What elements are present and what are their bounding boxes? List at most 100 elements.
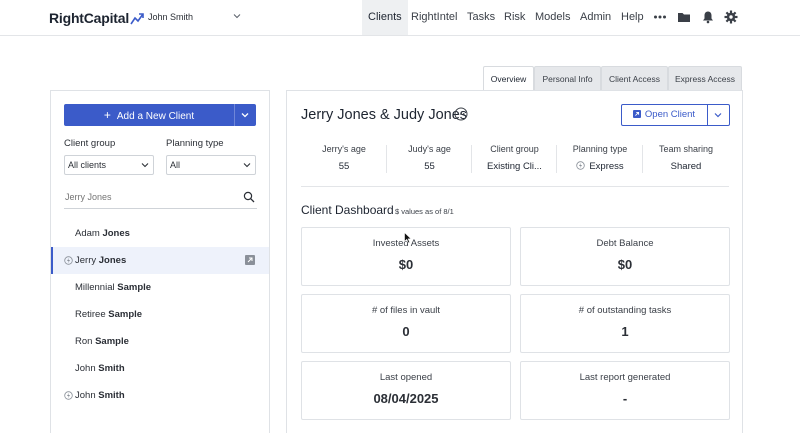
client-first-name: Millennial [75, 282, 115, 293]
logo-text: RightCapital [49, 10, 130, 26]
client-first-name: John [75, 363, 96, 374]
search-icon[interactable] [243, 191, 255, 203]
planning-type-select[interactable]: All [166, 155, 256, 175]
client-last-name: Smith [98, 390, 125, 401]
client-list-item[interactable]: John Smith [51, 355, 269, 382]
client-last-name: Sample [117, 282, 152, 293]
info-planning-type: Planning type Express [557, 141, 643, 175]
card-value: - [622, 391, 628, 406]
chevron-down-icon [141, 163, 149, 168]
card-value: 08/04/2025 [373, 391, 439, 406]
card-title: Last opened [379, 372, 433, 383]
info-value: Shared [670, 161, 702, 172]
info-label: Client group [490, 144, 539, 154]
chevron-down-icon[interactable] [240, 110, 250, 120]
tab-overview[interactable]: Overview [483, 66, 534, 91]
card-last-opened[interactable]: Last opened 08/04/2025 [301, 361, 511, 420]
client-last-name: Jones [98, 255, 127, 266]
card-title: Debt Balance [596, 238, 654, 249]
user-name[interactable]: John Smith [148, 12, 193, 22]
client-group-label: Client group [64, 138, 116, 149]
add-client-button[interactable]: + Add a New Client [64, 104, 256, 126]
tab-personal-info[interactable]: Personal Info [534, 66, 601, 90]
client-list-item[interactable]: John Smith [51, 382, 269, 409]
info-value: Express [589, 161, 624, 172]
client-last-name: Jones [102, 228, 130, 239]
card-title: Last report generated [579, 372, 671, 383]
client-first-name: Retiree [75, 309, 106, 320]
card-last-report[interactable]: Last report generated - [520, 361, 730, 420]
planning-type-label: Planning type [166, 138, 224, 149]
open-external-icon[interactable] [245, 255, 255, 265]
card-outstanding-tasks[interactable]: # of outstanding tasks 1 [520, 294, 730, 353]
nav-help[interactable]: Help [615, 0, 650, 35]
nav-clients[interactable]: Clients [362, 0, 408, 35]
open-client-label: Open Client [644, 109, 696, 120]
nav-tasks[interactable]: Tasks [461, 0, 501, 35]
client-group-value: All clients [68, 160, 107, 170]
planning-type-value: All [170, 160, 181, 170]
info-team-sharing: Team sharing Shared [643, 141, 729, 175]
info-judy-age: Judy's age 55 [387, 141, 472, 175]
nav-risk[interactable]: Risk [498, 0, 531, 35]
info-value: 55 [338, 161, 350, 172]
card-value: 1 [621, 324, 629, 339]
search-input[interactable] [65, 192, 235, 202]
folder-icon[interactable] [677, 10, 691, 24]
top-nav-bar: RightCapital John Smith Clients RightInt… [0, 0, 800, 36]
card-title: # of outstanding tasks [578, 305, 672, 316]
card-files-in-vault[interactable]: # of files in vault 0 [301, 294, 511, 353]
plus-icon: + [103, 108, 111, 122]
express-icon [64, 256, 73, 265]
dashboard-subtitle: $ values as of 8/1 [395, 207, 454, 216]
open-client-button[interactable]: Open Client [621, 104, 730, 126]
info-label: Jerry's age [322, 144, 366, 154]
client-list-item[interactable]: Retiree Sample [51, 301, 269, 328]
card-value: $0 [617, 257, 633, 272]
nav-models[interactable]: Models [529, 0, 576, 35]
button-divider [707, 105, 708, 125]
express-icon [64, 391, 73, 400]
nav-admin[interactable]: Admin [574, 0, 617, 35]
more-icon[interactable] [653, 10, 667, 24]
info-value: Existing Cli... [487, 161, 542, 172]
bell-icon[interactable] [701, 10, 715, 24]
card-value: 0 [402, 324, 410, 339]
logo[interactable]: RightCapital [49, 10, 144, 26]
client-overview-panel: Jerry Jones & Judy Jones Open Client Jer… [286, 90, 743, 433]
card-debt-balance[interactable]: Debt Balance $0 [520, 227, 730, 286]
chevron-down-icon[interactable] [233, 12, 241, 20]
client-group-select[interactable]: All clients [64, 155, 154, 175]
client-last-name: Sample [95, 336, 129, 347]
card-value: $0 [398, 257, 414, 272]
info-label: Judy's age [408, 144, 451, 154]
client-list-item[interactable]: Millennial Sample [51, 274, 269, 301]
dashboard-title: Client Dashboard [301, 203, 394, 217]
client-list-item[interactable]: Ron Sample [51, 328, 269, 355]
nav-rightintel[interactable]: RightIntel [405, 0, 463, 35]
info-client-group: Client group Existing Cli... [472, 141, 557, 175]
add-client-label: Add a New Client [116, 111, 195, 122]
card-title: # of files in vault [371, 305, 441, 316]
tab-client-access[interactable]: Client Access [601, 66, 668, 90]
client-last-name: Smith [98, 363, 125, 374]
info-label: Planning type [572, 144, 628, 154]
gear-icon[interactable] [724, 10, 738, 24]
tab-express-access[interactable]: Express Access [668, 66, 742, 90]
client-last-name: Sample [108, 309, 143, 320]
more-options-icon[interactable] [454, 107, 468, 121]
client-first-name: John [75, 390, 96, 401]
client-first-name: Jerry [75, 255, 97, 266]
client-search [64, 189, 257, 209]
client-first-name: Ron [75, 336, 93, 347]
client-list-item-selected[interactable]: Jerry Jones [51, 247, 269, 274]
chevron-down-icon [243, 163, 251, 168]
info-value-row: Express [557, 161, 643, 172]
logo-mark-icon [130, 13, 144, 25]
client-list-item[interactable]: Adam Jones [51, 220, 269, 247]
chevron-down-icon[interactable] [713, 110, 723, 120]
client-sidebar: + Add a New Client Client group All clien… [50, 90, 270, 433]
mouse-cursor-icon [404, 232, 412, 244]
info-jerry-age: Jerry's age 55 [301, 141, 387, 175]
client-first-name: Adam [75, 228, 100, 239]
